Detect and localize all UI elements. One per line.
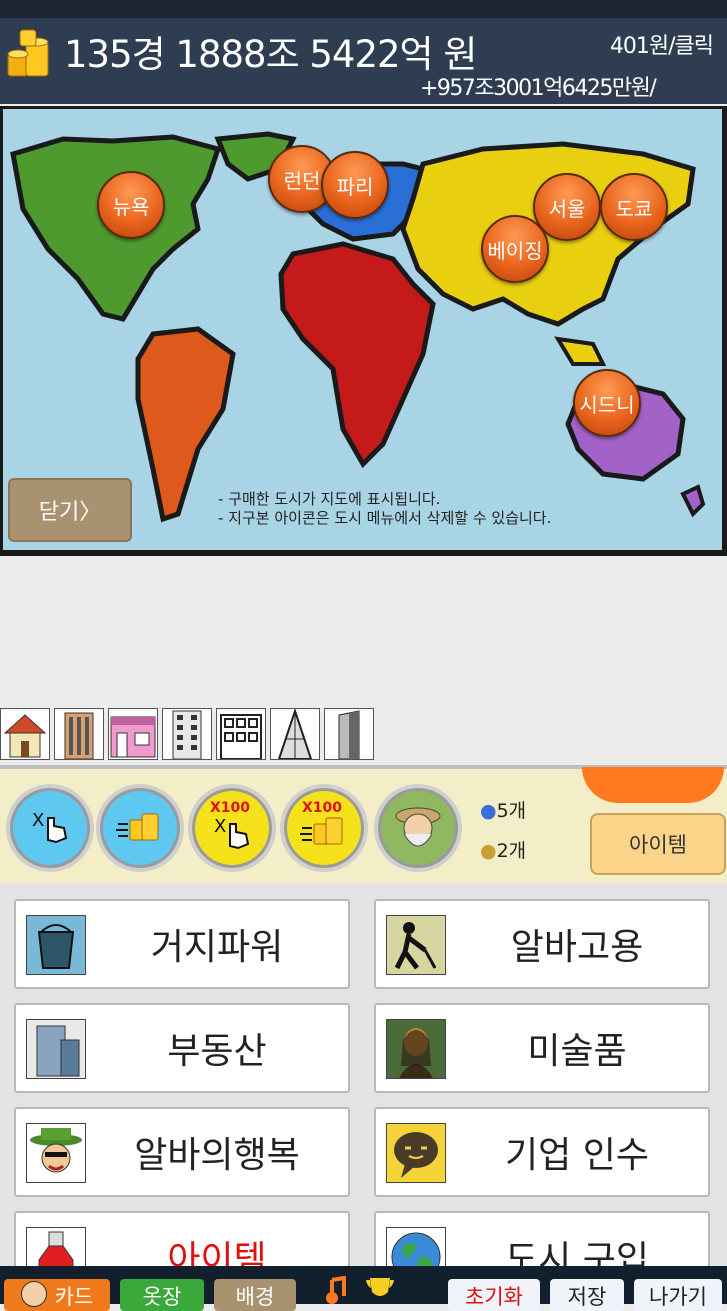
city-pin-tokyo[interactable]: 도쿄 — [600, 173, 668, 241]
building-strip — [0, 708, 378, 760]
avatar-icon — [20, 1281, 47, 1307]
click-x100-button[interactable]: X100 X — [188, 784, 276, 872]
x100-label: X100 — [210, 800, 250, 816]
svg-text:X: X — [32, 810, 44, 831]
menu-worker-happiness-button[interactable]: 알바의행복 — [14, 1107, 350, 1197]
city-label: 런던 — [283, 168, 321, 193]
reset-button[interactable]: 초기화 — [448, 1279, 540, 1311]
city-pin-paris[interactable]: 파리 — [321, 151, 389, 219]
menu-label: 알바의행복 — [134, 1135, 300, 1176]
potion-count: ●5개 — [480, 796, 526, 823]
coin-x100-button[interactable]: X100 — [280, 784, 368, 872]
trophy-icon[interactable] — [364, 1276, 396, 1304]
menu-label: 기업 인수 — [505, 1135, 649, 1176]
menu-label: 도시 구입 — [505, 1239, 649, 1266]
click-boost-button[interactable]: X — [6, 784, 94, 872]
city-label: 서울 — [548, 196, 586, 221]
city-label: 시드니 — [579, 392, 635, 417]
tower-building-icon[interactable] — [216, 708, 266, 760]
city-label: 베이징 — [487, 238, 543, 263]
cafe-icon[interactable] — [108, 708, 158, 760]
menu-label: 미술품 — [527, 1031, 627, 1072]
bucket-icon — [26, 915, 86, 975]
city-label: 도쿄 — [615, 196, 653, 221]
menu-art-button[interactable]: 미술품 — [374, 1003, 710, 1093]
city-pin-beijing[interactable]: 베이징 — [481, 215, 549, 283]
save-button[interactable]: 저장 — [550, 1279, 624, 1311]
map-hint-line: - 지구본 아이콘은 도시 메뉴에서 삭제할 수 있습니다. — [218, 509, 552, 527]
money-bag-icon: ● — [480, 840, 497, 862]
menu-label: 거지파워 — [150, 927, 284, 968]
menu-label: 부동산 — [167, 1031, 267, 1072]
city-label: 파리 — [336, 174, 374, 199]
potion-icon — [26, 1227, 86, 1266]
close-map-button[interactable]: 닫기〉 — [8, 478, 132, 542]
city-label: 뉴욕 — [112, 194, 150, 219]
menu-acquire-company-button[interactable]: 기업 인수 — [374, 1107, 710, 1197]
menu-grid: 거지파워 알바고용 부동산 미술품 알바의행복 기업 인수 아이템 도시 구입 — [0, 883, 727, 1266]
exit-button[interactable]: 나가기 — [634, 1279, 722, 1311]
money-per-click: 401원/클릭 — [609, 34, 714, 59]
beggar-avatar-button[interactable] — [374, 784, 462, 872]
potion-icon: ● — [480, 800, 497, 822]
card-button[interactable]: 카드 — [4, 1279, 110, 1311]
building-icon — [26, 1019, 86, 1079]
coin-boost-button[interactable] — [96, 784, 184, 872]
menu-item-button[interactable]: 아이템 — [14, 1211, 350, 1266]
skyscraper-icon[interactable] — [270, 708, 320, 760]
map-hint-line: - 구매한 도시가 지도에 표시됩니다. — [218, 490, 441, 508]
bag-count-label: 2개 — [496, 840, 527, 862]
speech-bubble-icon — [386, 1123, 446, 1183]
item-button[interactable]: 아이템 — [590, 813, 726, 875]
potion-count-label: 5개 — [496, 800, 527, 822]
map-hint: - 구매한 도시가 지도에 표시됩니다. - 지구본 아이콘은 도시 메뉴에서 … — [218, 490, 551, 528]
status-strip — [0, 0, 727, 18]
pull-tab[interactable] — [582, 767, 724, 803]
money-per-second: +957조3001억6425만원/ — [420, 76, 657, 101]
menu-label: 아이템 — [167, 1239, 267, 1266]
city-pin-newyork[interactable]: 뉴욕 — [97, 171, 165, 239]
worker-icon — [386, 915, 446, 975]
music-note-icon[interactable] — [324, 1275, 348, 1304]
menu-hire-worker-button[interactable]: 알바고용 — [374, 899, 710, 989]
glass-tower-icon[interactable] — [324, 708, 374, 760]
office-building-icon[interactable] — [162, 708, 212, 760]
total-money: 135경 1888조 5422억 원 — [64, 33, 477, 76]
city-pin-sydney[interactable]: 시드니 — [573, 369, 641, 437]
bag-count: ●2개 — [480, 836, 526, 863]
menu-label: 알바고용 — [510, 927, 644, 968]
globe-icon — [386, 1227, 446, 1266]
svg-text:X: X — [214, 816, 226, 837]
painting-icon — [386, 1019, 446, 1079]
x100-label: X100 — [302, 800, 342, 816]
background-button[interactable]: 배경 — [214, 1279, 296, 1311]
card-label: 카드 — [54, 1285, 94, 1309]
gold-coins-icon — [6, 24, 54, 78]
hat-man-icon — [26, 1123, 86, 1183]
house-icon[interactable] — [0, 708, 50, 760]
menu-beggar-power-button[interactable]: 거지파워 — [14, 899, 350, 989]
wardrobe-button[interactable]: 옷장 — [120, 1279, 204, 1311]
menu-real-estate-button[interactable]: 부동산 — [14, 1003, 350, 1093]
menu-buy-city-button[interactable]: 도시 구입 — [374, 1211, 710, 1266]
apartment-icon[interactable] — [54, 708, 104, 760]
